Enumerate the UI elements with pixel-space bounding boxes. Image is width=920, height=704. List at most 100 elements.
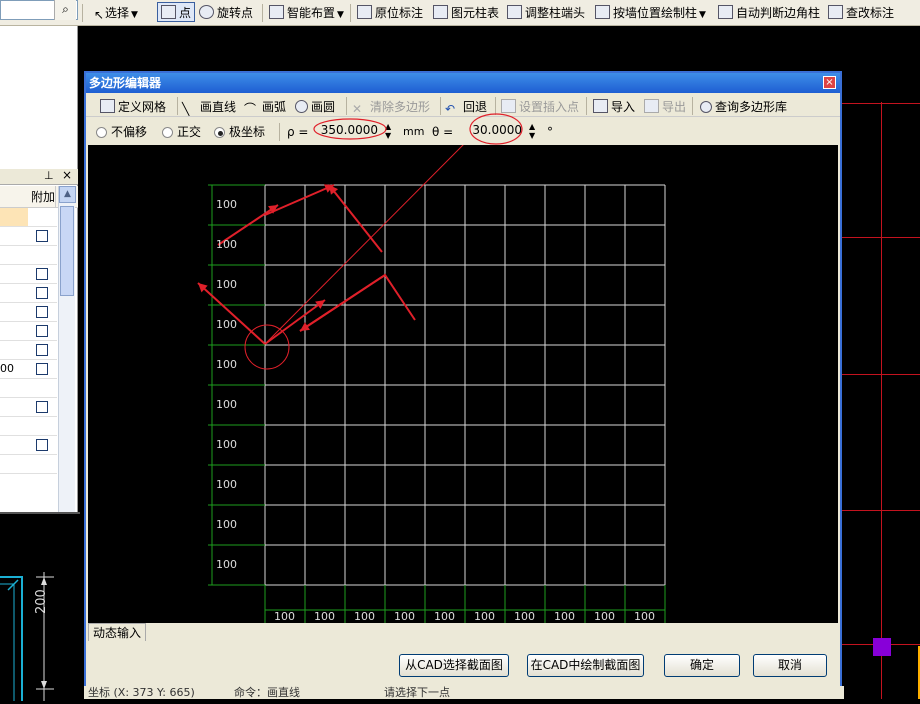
auto-corner-button[interactable]: 自动判断边角柱 bbox=[718, 3, 820, 23]
cursor-icon: ↖ bbox=[94, 8, 105, 22]
import-button[interactable]: 导入 bbox=[593, 97, 635, 117]
cancel-button[interactable]: 取消 bbox=[753, 654, 827, 677]
no-offset-radio[interactable]: 不偏移 bbox=[96, 122, 147, 142]
attach-checkbox[interactable] bbox=[36, 344, 48, 356]
grip-marker[interactable] bbox=[873, 638, 891, 656]
draw-arc-button[interactable]: ⌒ 画弧 bbox=[244, 97, 286, 117]
theta-spinner[interactable]: ▲ ▼ bbox=[529, 122, 535, 140]
point-icon bbox=[161, 5, 176, 19]
close-button[interactable]: × bbox=[823, 76, 836, 89]
select-button[interactable]: ↖选择 ▼ bbox=[94, 3, 138, 23]
status-command: 命令：画直线 bbox=[234, 686, 300, 699]
draw-in-cad-button[interactable]: 在CAD中绘制截面图 bbox=[527, 654, 644, 677]
table-row[interactable] bbox=[0, 208, 57, 227]
attach-checkbox[interactable] bbox=[36, 230, 48, 242]
rotate-point-button[interactable]: 旋转点 bbox=[199, 3, 253, 23]
cad-preview-left: 200 bbox=[0, 512, 80, 701]
export-button[interactable]: 导出 bbox=[644, 97, 686, 117]
attach-checkbox[interactable] bbox=[36, 325, 48, 337]
col-dimension-label: 100 bbox=[594, 610, 615, 623]
from-cad-button[interactable]: 从CAD选择截面图 bbox=[399, 654, 509, 677]
define-grid-button[interactable]: 定义网格 bbox=[100, 97, 166, 117]
attach-checkbox[interactable] bbox=[36, 306, 48, 318]
point-button[interactable]: 点 bbox=[157, 2, 196, 22]
table-row[interactable] bbox=[0, 341, 57, 360]
theta-input[interactable]: 30.0000 bbox=[466, 123, 524, 140]
col-dimension-label: 100 bbox=[554, 610, 575, 623]
rho-spinner[interactable]: ▲ ▼ bbox=[385, 122, 391, 140]
attach-checkbox[interactable] bbox=[36, 268, 48, 280]
corner-column-icon bbox=[718, 5, 733, 19]
pin-icon[interactable]: ⊥ bbox=[44, 169, 54, 182]
attach-checkbox[interactable] bbox=[36, 287, 48, 299]
table-row[interactable] bbox=[0, 265, 57, 284]
table-row[interactable] bbox=[0, 246, 57, 265]
adjust-col-end-button[interactable]: 调整柱端头 bbox=[507, 3, 585, 23]
dimension-label: 200 bbox=[34, 589, 49, 614]
clear-polygon-button[interactable]: ✕ 清除多边形 bbox=[352, 97, 430, 117]
draw-line-button[interactable]: ╲ 画直线 bbox=[182, 97, 236, 117]
query-library-button[interactable]: 查询多边形库 bbox=[700, 97, 787, 117]
status-bar: 坐标 (X: 373 Y: 665) 命令：画直线 请选择下一点 bbox=[84, 686, 844, 699]
draw-by-wall-button[interactable]: 按墙位置绘制柱 ▼ bbox=[595, 3, 706, 23]
clear-icon: ✕ bbox=[352, 102, 363, 116]
grid-drawing bbox=[197, 134, 666, 623]
polygon-editor-dialog: 多边形编辑器 × 定义网格 ╲ 画直线 ⌒ 画弧 画圆 ✕ 清除多边形 ↶ 回退 设置插… bbox=[84, 71, 842, 699]
status-prompt: 请选择下一点 bbox=[384, 686, 450, 699]
attach-checkbox[interactable] bbox=[36, 363, 48, 375]
cell-value: 00 bbox=[0, 362, 14, 375]
col-dimension-label: 100 bbox=[474, 610, 495, 623]
column-table-button[interactable]: 图元柱表 bbox=[433, 3, 499, 23]
table-row[interactable] bbox=[0, 398, 57, 417]
table-row[interactable] bbox=[0, 322, 57, 341]
export-icon bbox=[644, 99, 659, 113]
smart-layout-button[interactable]: 智能布置 ▼ bbox=[269, 3, 344, 23]
col-dimension-label: 100 bbox=[434, 610, 455, 623]
attach-checkbox[interactable] bbox=[36, 401, 48, 413]
scroll-up-icon[interactable]: ▲ bbox=[59, 186, 76, 203]
polar-radio[interactable]: 极坐标 bbox=[214, 122, 265, 142]
check-mark-button[interactable]: 查改标注 bbox=[828, 3, 894, 23]
dynamic-input-tab[interactable]: 动态输入 bbox=[88, 623, 146, 641]
row-dimension-label: 100 bbox=[216, 438, 237, 451]
ok-button[interactable]: 确定 bbox=[664, 654, 740, 677]
grid-icon bbox=[100, 99, 115, 113]
smart-layout-icon bbox=[269, 5, 284, 19]
rho-input[interactable]: 350.0000 bbox=[314, 123, 380, 140]
dialog-title: 多边形编辑器 bbox=[86, 73, 840, 93]
table-row[interactable] bbox=[0, 284, 57, 303]
radio-selected-icon bbox=[214, 127, 225, 138]
rho-unit: mm bbox=[403, 125, 425, 138]
panel-header: ⊥ × bbox=[0, 168, 78, 185]
table-row[interactable]: 00 bbox=[0, 360, 57, 379]
origin-mark-button[interactable]: 原位标注 bbox=[357, 3, 423, 23]
table-row[interactable] bbox=[0, 379, 57, 398]
table-row[interactable] bbox=[0, 455, 57, 474]
table-row[interactable] bbox=[0, 227, 57, 246]
wall-column-icon bbox=[595, 5, 610, 19]
col-dimension-label: 100 bbox=[314, 610, 335, 623]
scroll-thumb[interactable] bbox=[60, 206, 74, 296]
orthogonal-radio[interactable]: 正交 bbox=[162, 122, 201, 142]
rotate-icon bbox=[199, 5, 214, 19]
draw-circle-button[interactable]: 画圆 bbox=[295, 97, 335, 117]
property-panel: ⊥ × 附加 00 ▲ ▼ bbox=[0, 26, 78, 533]
attach-checkbox[interactable] bbox=[36, 439, 48, 451]
undo-button[interactable]: ↶ 回退 bbox=[445, 97, 487, 117]
table-row[interactable] bbox=[0, 417, 57, 436]
polygon-canvas[interactable]: 100 100 100 100 100 100 100 100 100 100 100 100 100… bbox=[88, 134, 838, 623]
row-dimension-label: 100 bbox=[216, 358, 237, 371]
table-row[interactable] bbox=[0, 303, 57, 322]
status-coords: 坐标 (X: 373 Y: 665) bbox=[88, 686, 195, 699]
search-icon[interactable]: ⌕ bbox=[54, 0, 76, 20]
coordinate-bar: 不偏移 正交 极坐标 ρ = 350.0000 ▲ ▼ mm θ = 30.000… bbox=[86, 119, 840, 143]
close-icon[interactable]: × bbox=[62, 168, 72, 182]
row-dimension-label: 100 bbox=[216, 478, 237, 491]
arc-icon: ⌒ bbox=[244, 102, 257, 116]
import-icon bbox=[593, 99, 608, 113]
table-row[interactable] bbox=[0, 436, 57, 455]
row-dimension-label: 100 bbox=[216, 238, 237, 251]
set-insert-point-button[interactable]: 设置插入点 bbox=[501, 97, 579, 117]
vertical-scrollbar[interactable]: ▲ ▼ bbox=[58, 186, 76, 533]
row-dimension-label: 100 bbox=[216, 518, 237, 531]
